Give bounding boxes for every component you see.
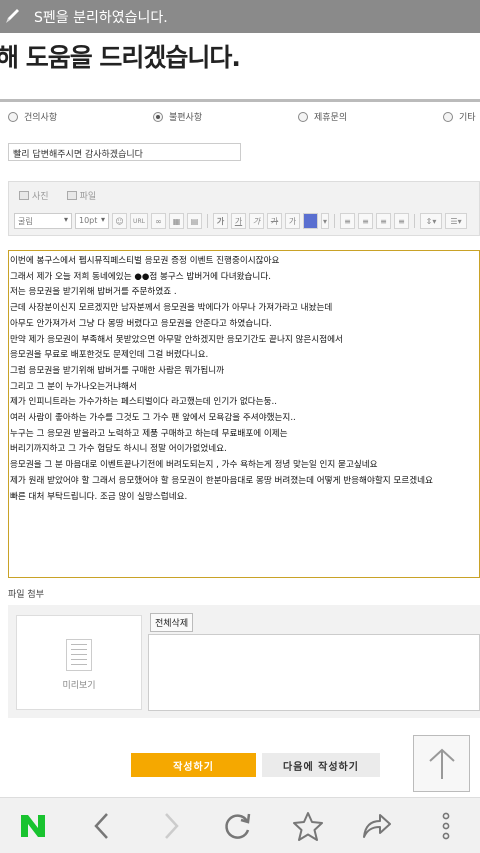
font-select[interactable]: 굴림 (14, 213, 72, 229)
strikethrough-button[interactable]: 가 (267, 213, 282, 229)
star-icon (293, 812, 323, 841)
preview-box: 미리보기 (16, 615, 142, 710)
underline-button[interactable]: 가 (231, 213, 246, 229)
share-button[interactable] (347, 798, 407, 853)
emoticon-icon[interactable]: ☺ (112, 213, 127, 229)
file-icon (66, 191, 77, 200)
radio-button-selected[interactable] (153, 111, 163, 122)
refresh-button[interactable] (208, 798, 268, 853)
editor-line: 빠른 대처 부탁드립니다. 조금 많이 실망스럽네요. (10, 491, 188, 502)
arrow-up-icon (428, 748, 455, 779)
separator (414, 214, 415, 228)
bookmark-button[interactable] (278, 798, 338, 853)
delete-all-button[interactable]: 전체삭제 (150, 613, 194, 632)
share-arrow-icon (363, 814, 391, 838)
naver-home-button[interactable] (3, 798, 63, 853)
title-input[interactable]: 빨리 답변해주시면 감사하겠습니다 (8, 143, 241, 161)
preview-label: 미리보기 (62, 681, 96, 691)
align-left-icon[interactable]: ≡ (340, 213, 355, 229)
status-message: S펜을 분리하였습니다. (34, 10, 168, 26)
divider (0, 99, 480, 102)
editor-line: 제가 인피니트라는 가수가하는 페스티벌이다 라고했는데 인기가 없다는둥.. (10, 397, 277, 408)
align-justify-icon[interactable]: ≡ (394, 213, 409, 229)
radio-button[interactable] (443, 111, 453, 122)
chevron-left-icon (94, 813, 108, 839)
radio-partnership[interactable]: 제휴문의 (298, 110, 347, 123)
editor-line: 저는 응모권을 받기위해 밥버거를 주문하였죠 . (10, 287, 177, 298)
more-vertical-icon (442, 812, 450, 840)
link-icon[interactable]: ∞ (151, 213, 166, 229)
editor-line: 제가 원래 받았어야 할 그래서 응모했어야 할 응모권이 한분마음대로 몽땅 … (10, 475, 433, 486)
more-menu-button[interactable] (416, 798, 476, 853)
italic-button[interactable]: 가 (249, 213, 264, 229)
editor-content[interactable]: 이번에 봉구스에서 펩시뮤직페스티벌 응모권 증정 이벤트 진행중이시잖아요그래… (8, 250, 480, 578)
radio-label: 제휴문의 (314, 113, 348, 123)
attachment-label: 파일 첨부 (8, 590, 44, 600)
editor-line: 근데 사장분이신지 모르겠지만 남자분께서 응모권을 박에다가 아무나 가져가라… (10, 303, 333, 314)
page-heading: 해 도움을 드리겠습니다. (0, 43, 241, 72)
font-color-button[interactable]: 가 (285, 213, 300, 229)
submit-button[interactable]: 작성하기 (131, 753, 256, 777)
radio-label: 기타 (459, 113, 476, 123)
editor-line: 이번에 봉구스에서 펩시뮤직페스티벌 응모권 증정 이벤트 진행중이시잖아요 (10, 256, 280, 266)
refresh-icon (225, 813, 251, 839)
photo-icon (19, 191, 29, 200)
back-button[interactable] (72, 798, 132, 853)
radio-complaint[interactable]: 불편사항 (153, 110, 202, 123)
forward-button[interactable] (141, 798, 201, 853)
radio-label: 건의사항 (24, 113, 58, 123)
line-height-icon[interactable]: ⇕▾ (420, 213, 442, 229)
editor-toolbar: 사진 파일 굴림 10pt ☺ URL ∞ ▦ ▤ 가 가 가 가 가 ▾ ≡ … (8, 181, 480, 236)
browser-nav-bar (0, 797, 480, 853)
radio-suggestion[interactable]: 건의사항 (8, 110, 57, 123)
color-dropdown-icon[interactable]: ▾ (321, 213, 329, 229)
file-button[interactable]: 파일 (66, 189, 96, 202)
chevron-right-icon (165, 813, 179, 839)
editor-line: 응모권을 그 분 마음대로 이벤트끝나기전에 버려도되는지 , 가수 욕하는게 … (10, 460, 378, 471)
bg-color-button[interactable] (303, 213, 318, 229)
bold-button[interactable]: 가 (213, 213, 228, 229)
editor-line: 아무도 안가져가서 그냥 다 몽땅 버렸다고 응모권을 안준다고 하였습니다. (10, 318, 272, 329)
editor-line: 여러 사람이 좋아하는 가수를 그것도 그 가수 팬 앞에서 모욕감을 주셔야했… (10, 413, 296, 424)
list-icon[interactable]: ☰▾ (445, 213, 467, 229)
align-center-icon[interactable]: ≡ (358, 213, 373, 229)
editor-line: 버리기까지하고 그 가수 험담도 하시니 정말 어이가없었네요. (10, 444, 227, 455)
radio-other[interactable]: 기타 (443, 110, 476, 123)
radio-button[interactable] (8, 111, 18, 122)
radio-label: 불편사항 (169, 113, 203, 123)
pen-icon (6, 9, 19, 23)
separator (334, 214, 335, 228)
html-icon[interactable]: ▤ (187, 213, 202, 229)
editor-line: 만약 제가 응모권이 부족해서 못받았으면 아무말 안하겠지만 응모기간도 끝나… (10, 334, 343, 345)
radio-button[interactable] (298, 111, 308, 122)
separator (207, 214, 208, 228)
write-later-button[interactable]: 다음에 작성하기 (262, 753, 380, 777)
editor-line: 응모권을 무료로 배포한것도 문제인데 그걸 버렸다니요. (10, 350, 209, 361)
file-list[interactable] (148, 634, 480, 711)
document-icon (66, 639, 92, 671)
status-bar: S펜을 분리하였습니다. (0, 0, 480, 33)
editor-line: 그럼 응모권을 받기위해 밥버거를 구매한 사람은 뭐가됩니까 (10, 365, 225, 376)
editor-line: 그래서 제가 오늘 저희 동네에있는 ●●점 봉구스 밥버거에 다녀왔습니다. (10, 271, 271, 282)
editor-line: 그리고 그 분이 누가나오는거냐해서 (10, 381, 137, 392)
align-right-icon[interactable]: ≡ (376, 213, 391, 229)
url-button[interactable]: URL (130, 213, 148, 229)
font-size-select[interactable]: 10pt (75, 213, 109, 229)
scroll-top-button[interactable] (413, 735, 470, 792)
naver-logo-icon (21, 815, 45, 837)
photo-button[interactable]: 사진 (19, 189, 49, 202)
table-icon[interactable]: ▦ (169, 213, 184, 229)
editor-line: 누구는 그 응모권 받을라고 노력하고 제품 구매하고 하는데 무료배포에 이제… (10, 428, 288, 439)
